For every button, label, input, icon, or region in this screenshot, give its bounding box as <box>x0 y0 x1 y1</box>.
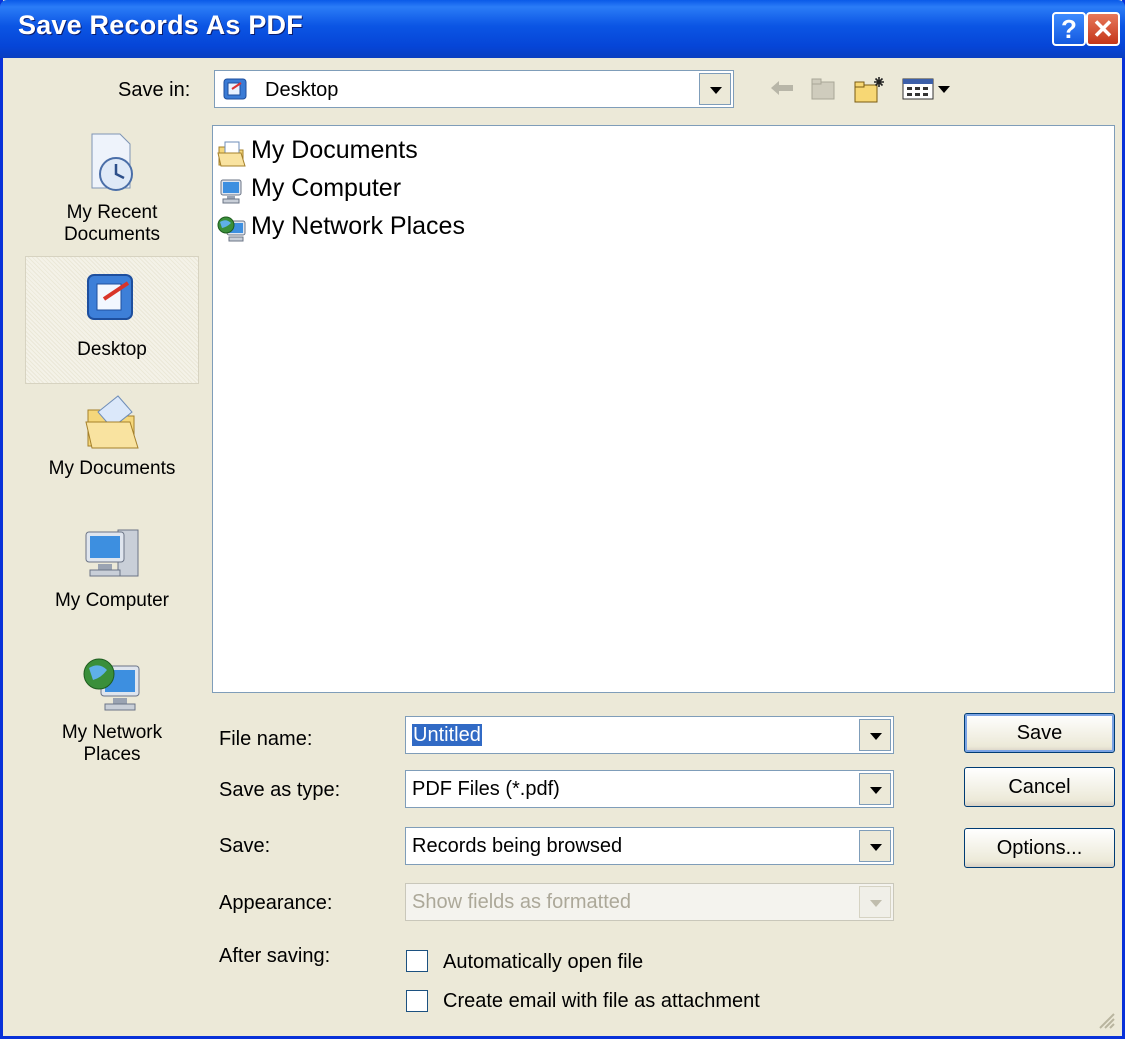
save-scope-value: Records being browsed <box>412 835 623 857</box>
network-places-icon <box>83 658 140 711</box>
save-pdf-dialog: Save Records As PDF ? ✕ Save in: Desktop <box>0 0 1125 1039</box>
my-computer-icon <box>220 179 242 204</box>
chevron-down-icon[interactable] <box>859 773 891 805</box>
file-name-label: File name: <box>219 728 313 750</box>
place-desktop[interactable]: Desktop <box>25 256 199 384</box>
place-label: My Computer <box>54 590 170 611</box>
appearance-label: Appearance: <box>219 892 333 914</box>
save-as-type-dropdown[interactable]: PDF Files (*.pdf) <box>405 770 894 808</box>
appearance-dropdown: Show fields as formatted <box>405 883 894 921</box>
save-button[interactable]: Save <box>964 713 1115 753</box>
chevron-down-icon[interactable] <box>859 719 891 751</box>
appearance-value: Show fields as formatted <box>412 891 631 913</box>
desktop-icon <box>87 274 133 320</box>
file-name-field[interactable]: Untitled <box>405 716 894 754</box>
my-computer-icon <box>85 529 139 577</box>
place-label: My Recent <box>66 202 158 223</box>
chevron-down-icon <box>859 886 891 918</box>
file-name-value[interactable]: Untitled <box>412 724 482 746</box>
save-in-label: Save in: <box>118 79 191 101</box>
auto-open-label[interactable]: Automatically open file <box>443 951 643 974</box>
place-my-computer[interactable]: My Computer <box>25 522 199 630</box>
chevron-down-icon[interactable] <box>859 830 891 862</box>
options-button[interactable]: Options... <box>964 828 1115 868</box>
place-recent-documents[interactable]: My Recent Documents <box>25 126 199 252</box>
recent-documents-icon <box>91 133 133 191</box>
help-button[interactable]: ? <box>1052 12 1086 46</box>
place-network-places[interactable]: My Network Places <box>25 652 199 782</box>
chevron-down-icon[interactable] <box>699 73 731 105</box>
save-in-dropdown[interactable]: Desktop <box>214 70 734 108</box>
title-bar[interactable]: Save Records As PDF ? ✕ <box>0 0 1125 58</box>
place-label: My Network <box>61 722 163 743</box>
place-label: Places <box>83 744 141 765</box>
cancel-button[interactable]: Cancel <box>964 767 1115 807</box>
places-bar: My Recent Documents Desktop My Documents <box>25 126 199 776</box>
save-in-value: Desktop <box>265 79 339 101</box>
network-places-icon <box>217 216 246 242</box>
email-attachment-label[interactable]: Create email with file as attachment <box>443 990 760 1013</box>
file-name: My Computer <box>251 174 402 202</box>
place-my-documents[interactable]: My Documents <box>25 390 199 498</box>
new-folder-icon[interactable] <box>853 76 887 104</box>
close-button[interactable]: ✕ <box>1086 12 1120 46</box>
back-arrow-icon[interactable] <box>767 76 797 100</box>
dialog-title: Save Records As PDF <box>18 10 303 40</box>
save-as-type-label: Save as type: <box>219 779 341 801</box>
place-label: My Documents <box>48 458 176 479</box>
after-saving-label: After saving: <box>219 945 331 967</box>
desktop-icon <box>223 78 247 100</box>
save-as-type-value: PDF Files (*.pdf) <box>412 778 560 800</box>
resize-grip-icon[interactable] <box>1096 1010 1116 1030</box>
file-name: My Documents <box>251 136 418 164</box>
auto-open-checkbox[interactable] <box>406 950 428 972</box>
up-folder-icon[interactable] <box>809 76 837 102</box>
file-name: My Network Places <box>251 212 465 240</box>
save-scope-label: Save: <box>219 835 271 857</box>
views-menu-icon[interactable] <box>901 76 961 102</box>
place-label: Desktop <box>77 339 147 360</box>
place-label: Documents <box>63 224 161 245</box>
my-documents-icon <box>217 141 246 167</box>
email-attachment-checkbox[interactable] <box>406 990 428 1012</box>
save-scope-dropdown[interactable]: Records being browsed <box>405 827 894 865</box>
my-documents-icon <box>85 395 139 449</box>
file-list[interactable]: My Documents My Computer My Network Plac… <box>212 125 1115 693</box>
